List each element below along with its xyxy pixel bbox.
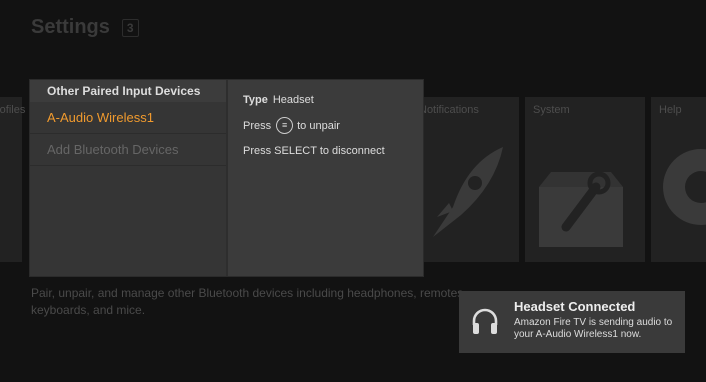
headphones-icon	[472, 308, 498, 334]
bluetooth-description: Pair, unpair, and manage other Bluetooth…	[31, 286, 467, 317]
tile-profiles: rofiles	[0, 97, 25, 262]
notification-count-badge: 3	[121, 18, 139, 37]
add-bluetooth-devices-item[interactable]: Add Bluetooth Devices	[30, 134, 226, 166]
press-prefix: Press	[243, 119, 272, 132]
tile-help: Help	[651, 97, 706, 262]
paired-devices-dialog: Other Paired Input Devices A-Audio Wirel…	[30, 80, 423, 276]
device-detail-panel: Type Headset Press ≡ to unpair Press SEL…	[243, 94, 415, 168]
page-title-text: Settings	[31, 16, 110, 38]
page-title: Settings 3	[31, 16, 139, 39]
select-hint: Press SELECT to disconnect	[243, 145, 385, 157]
tile-notifications: Notifications	[419, 97, 519, 262]
unpair-hint-row: Press ≡ to unpair	[243, 117, 415, 134]
headset-connected-toast: Headset Connected Amazon Fire TV is send…	[459, 291, 685, 353]
wrench-icon	[539, 171, 623, 247]
disconnect-hint-row: Press SELECT to disconnect	[243, 145, 415, 157]
device-list-panel: Other Paired Input Devices A-Audio Wirel…	[30, 80, 228, 276]
rocket-icon	[433, 147, 503, 237]
press-suffix: to unpair	[297, 119, 340, 132]
device-item-a-audio-wireless1[interactable]: A-Audio Wireless1	[30, 102, 226, 134]
tile-system: System	[525, 97, 645, 262]
toast-body: Amazon Fire TV is sending audio to your …	[514, 317, 673, 340]
device-type-row: Type Headset	[243, 94, 415, 106]
type-value: Headset	[272, 94, 314, 106]
menu-icon: ≡	[276, 117, 294, 134]
toast-title: Headset Connected	[514, 299, 636, 314]
type-label: Type	[243, 94, 268, 106]
help-icon	[663, 149, 706, 225]
device-list-header: Other Paired Input Devices	[30, 80, 226, 102]
